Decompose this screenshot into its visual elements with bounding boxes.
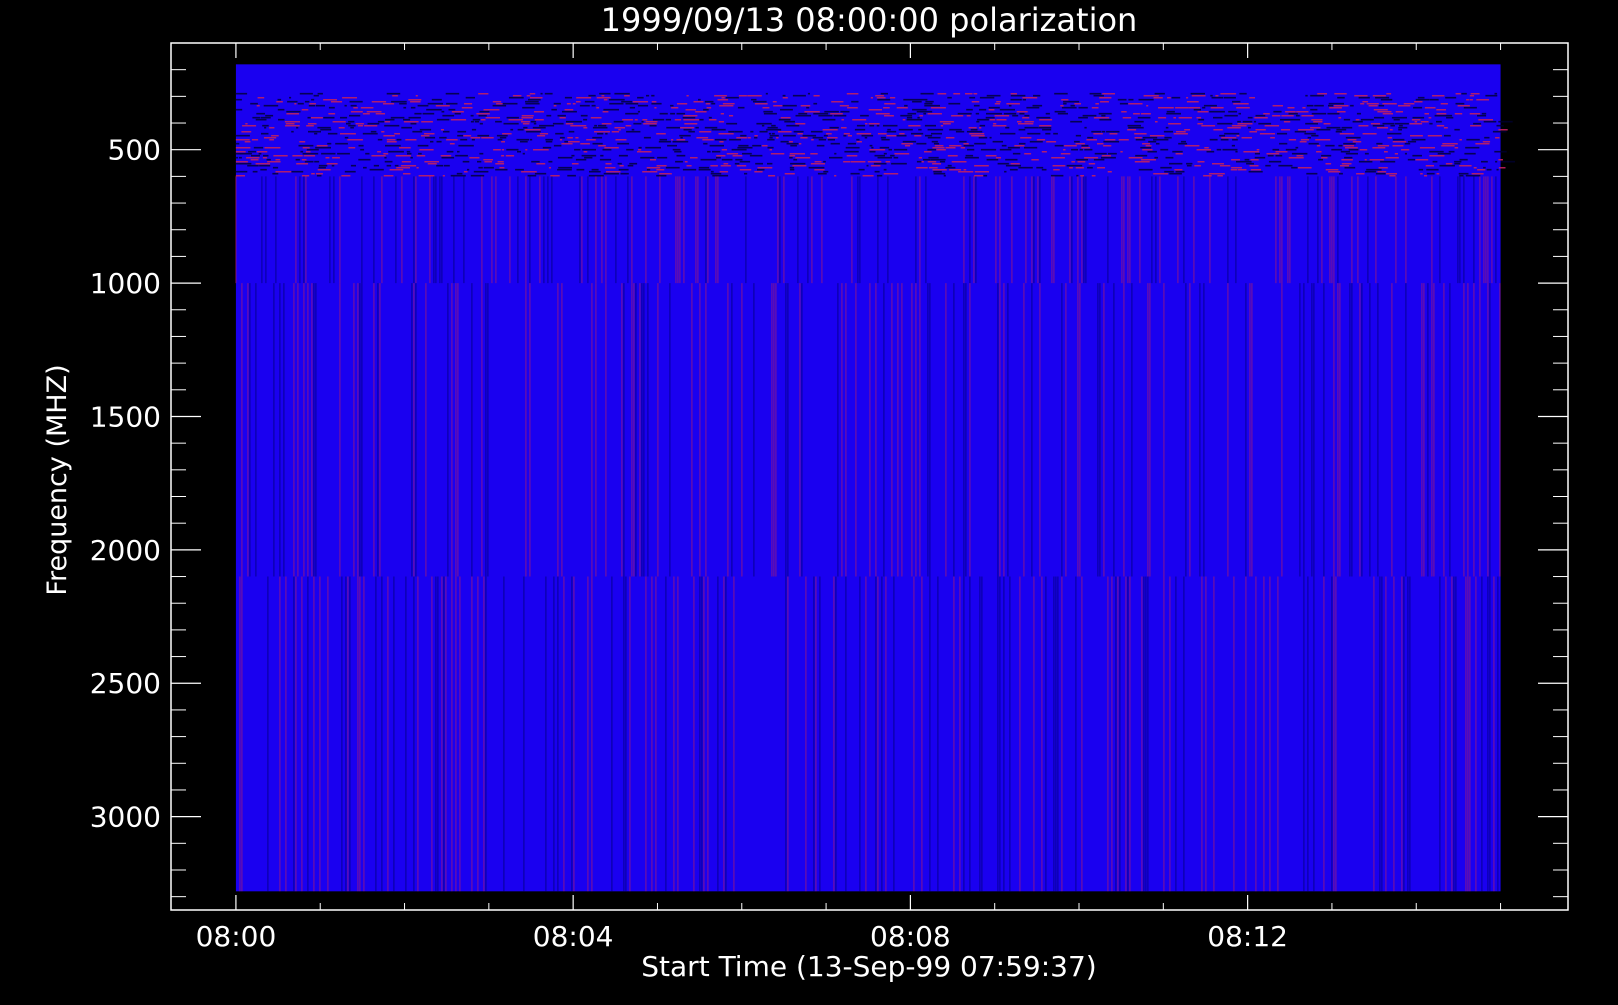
y-tick-label: 3000 — [90, 801, 161, 834]
chart-title: 1999/09/13 08:00:00 polarization — [601, 1, 1138, 39]
x-axis-label: Start Time (13-Sep-99 07:59:37) — [641, 950, 1096, 983]
x-tick-label: 08:08 — [870, 920, 951, 953]
x-tick-label: 08:00 — [196, 920, 277, 953]
spectrogram-chart: 08:00 08:04 08:08 08:12 500 1000 1500 2000 2500 3… — [0, 0, 1618, 1000]
y-tick-label: 1500 — [90, 400, 161, 433]
x-tick-label: 08:12 — [1207, 920, 1288, 953]
y-tick-label: 2500 — [90, 667, 161, 700]
x-tick-label: 08:04 — [533, 920, 614, 953]
spectrogram-image — [235, 64, 1515, 892]
y-axis-label: Frequency (MHZ) — [42, 364, 73, 595]
y-tick-label: 2000 — [90, 534, 161, 567]
y-tick-label: 1000 — [90, 267, 161, 300]
y-tick-label: 500 — [108, 134, 161, 167]
